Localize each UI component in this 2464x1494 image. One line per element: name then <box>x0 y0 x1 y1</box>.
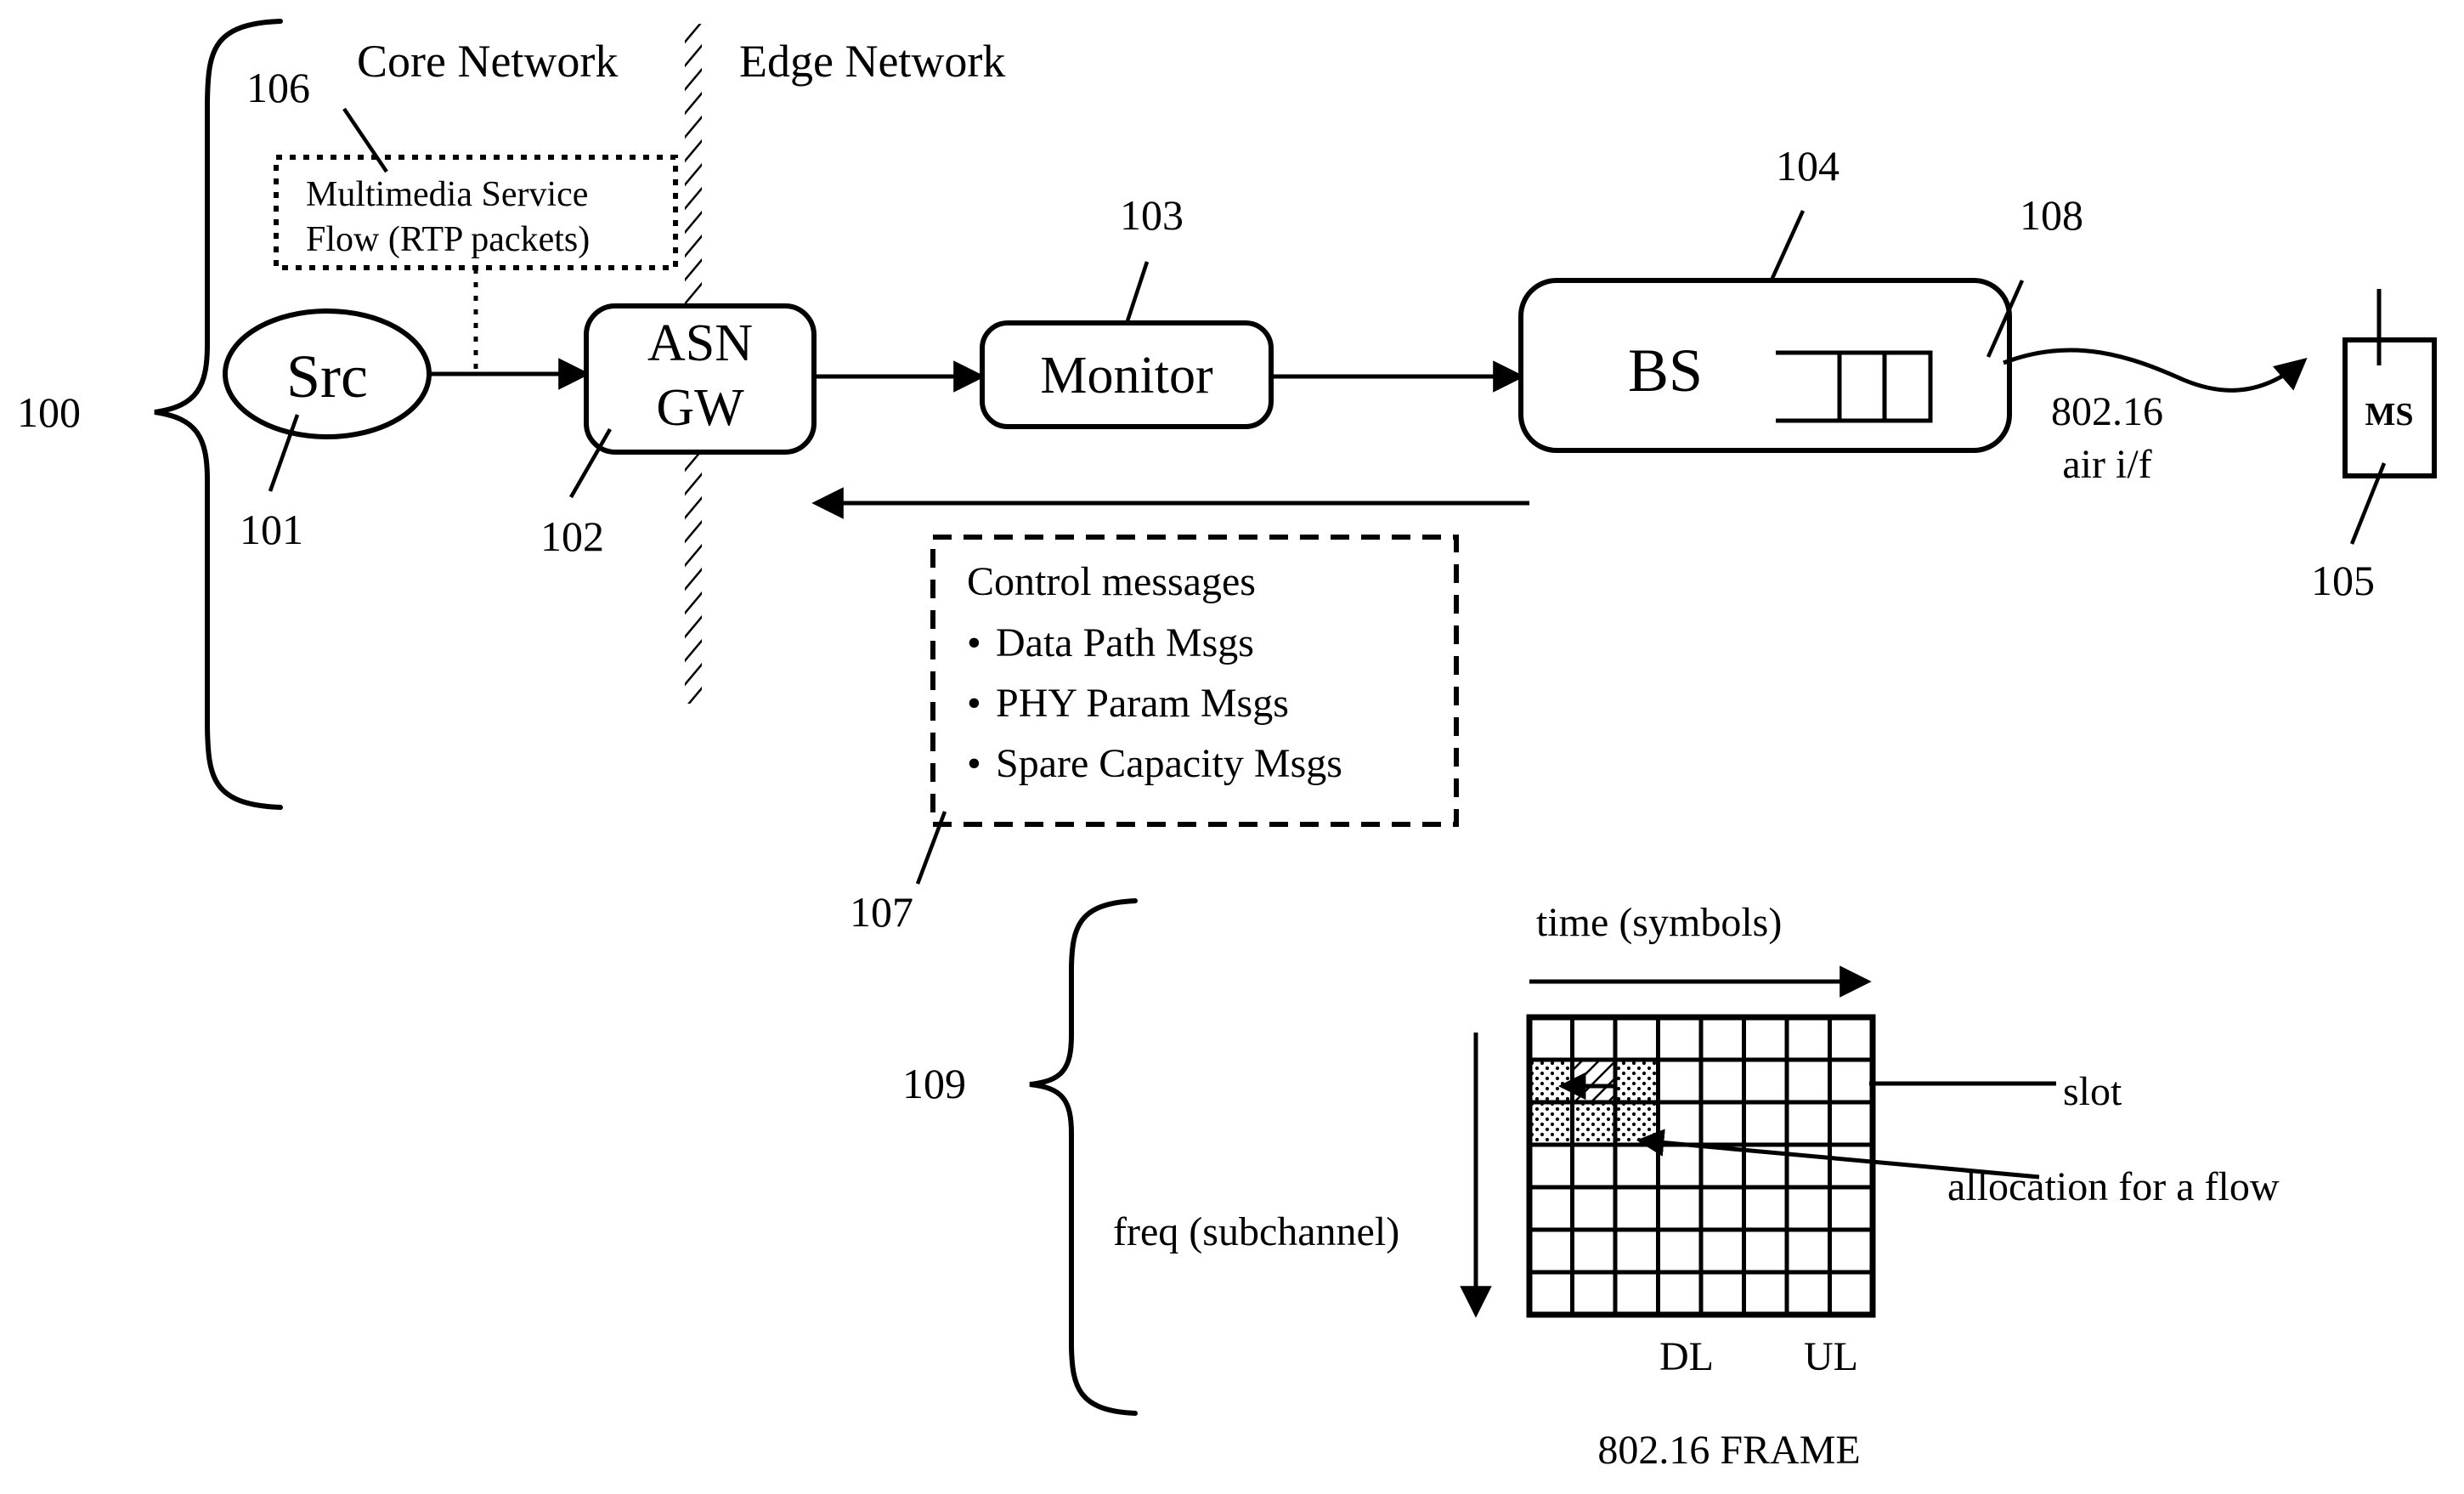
control-bullet-glyph-1: • <box>967 681 981 726</box>
frame-slot-allocated <box>1527 1100 1574 1147</box>
frame-slot <box>1613 1142 1660 1190</box>
frame-slot <box>1656 1100 1704 1147</box>
service-flow-line2: Flow (RTP packets) <box>306 220 590 259</box>
leader-106 <box>342 107 388 173</box>
frame-slot <box>1570 1015 1618 1062</box>
control-messages-title: Control messages <box>967 559 1256 604</box>
frame-slot <box>1784 1057 1832 1105</box>
ref-label-107: 107 <box>850 888 913 936</box>
frame-slot <box>1698 1227 1746 1275</box>
frame-slot <box>1613 1270 1660 1317</box>
air-interface-line2: air i/f <box>2062 442 2151 487</box>
air-interface-line1: 802.16 <box>2051 389 2163 434</box>
frame-slot <box>1656 1057 1704 1105</box>
control-bullet-0: Data Path Msgs <box>996 620 1254 665</box>
frame-slot <box>1828 1057 1875 1105</box>
frame-slot <box>1527 1227 1574 1275</box>
dl-label: DL <box>1659 1334 1714 1379</box>
frame-slot-allocated <box>1570 1100 1618 1147</box>
ref-label-104: 104 <box>1776 142 1840 190</box>
frame-slot <box>1698 1057 1746 1105</box>
frame-slot <box>1613 1015 1660 1062</box>
core-network-label: Core Network <box>357 36 618 87</box>
bs-node[interactable] <box>1518 278 2012 453</box>
frame-slot <box>1784 1185 1832 1232</box>
slot-label: slot <box>2063 1069 2122 1114</box>
frame-slot <box>1828 1015 1875 1062</box>
frame-slot <box>1527 1015 1574 1062</box>
ms-label: MS <box>2365 397 2414 433</box>
ref-label-102: 102 <box>540 512 604 560</box>
frame-slot <box>1828 1185 1875 1232</box>
asn-gw-label-line2: GW <box>656 379 744 437</box>
frame-slot-allocated <box>1527 1057 1574 1105</box>
time-axis-label: time (symbols) <box>1536 900 1782 945</box>
ref-label-105: 105 <box>2311 557 2375 604</box>
frame-slot <box>1828 1142 1875 1190</box>
monitor-label: Monitor <box>1040 347 1213 405</box>
bs-label: BS <box>1628 337 1703 405</box>
frame-slot <box>1570 1185 1618 1232</box>
frame-grid <box>1526 1014 1876 1318</box>
air-interface-arrow <box>2003 348 2308 393</box>
ms-node[interactable] <box>2342 289 2437 478</box>
ref-label-109: 109 <box>902 1060 966 1107</box>
frame-slot <box>1527 1185 1574 1232</box>
frame-slot <box>1784 1100 1832 1147</box>
frame-slot <box>1570 1142 1618 1190</box>
control-bullet-glyph-0: • <box>967 620 981 665</box>
frame-slot <box>1613 1227 1660 1275</box>
service-flow-line1: Multimedia Service <box>306 175 588 214</box>
ref-label-108: 108 <box>2020 191 2083 239</box>
control-bullet-glyph-2: • <box>967 741 981 786</box>
frame-slot <box>1742 1015 1789 1062</box>
frame-slot <box>1828 1100 1875 1147</box>
frame-slot <box>1742 1185 1789 1232</box>
patent-figure: 100 Core Network Edge Network 106 Multim… <box>0 0 2464 1494</box>
leader-107 <box>915 811 947 885</box>
frame-slot <box>1828 1227 1875 1275</box>
figure-canvas: 100 Core Network Edge Network 106 Multim… <box>17 19 2437 1473</box>
frame-slot <box>1742 1057 1789 1105</box>
frame-slot <box>1784 1015 1832 1062</box>
frame-slot <box>1784 1227 1832 1275</box>
frame-slot <box>1570 1227 1618 1275</box>
control-bullet-1: PHY Param Msgs <box>996 681 1289 726</box>
frame-slot <box>1742 1100 1789 1147</box>
ref-label-106: 106 <box>246 64 310 111</box>
ref-label-103: 103 <box>1120 191 1184 239</box>
ref-label-100: 100 <box>17 388 81 436</box>
frame-brace-109 <box>1029 898 1138 1416</box>
frame-slot <box>1570 1270 1618 1317</box>
asn-gw-label-line1: ASN <box>647 314 753 372</box>
frame-slot-allocated <box>1613 1057 1660 1105</box>
ul-label: UL <box>1804 1334 1858 1379</box>
frame-slot <box>1527 1142 1574 1190</box>
frame-slot <box>1784 1270 1832 1317</box>
frame-slot <box>1613 1185 1660 1232</box>
frame-slot-allocated <box>1570 1057 1618 1105</box>
frame-slot <box>1656 1185 1704 1232</box>
frame-slot <box>1656 1270 1704 1317</box>
allocation-label: allocation for a flow <box>1947 1164 2280 1209</box>
edge-network-label: Edge Network <box>739 36 1005 87</box>
frame-slot <box>1698 1100 1746 1147</box>
src-label: Src <box>286 342 368 410</box>
ref-label-101: 101 <box>240 506 303 553</box>
frame-slot <box>1656 1142 1704 1190</box>
frame-caption: 802.16 FRAME <box>1597 1428 1860 1473</box>
frame-slot <box>1698 1185 1746 1232</box>
frame-slot-allocated <box>1613 1100 1660 1147</box>
frame-slot <box>1698 1270 1746 1317</box>
frame-slot <box>1656 1227 1704 1275</box>
control-bullet-2: Spare Capacity Msgs <box>996 741 1342 786</box>
frame-slot <box>1656 1015 1704 1062</box>
frame-slot <box>1698 1015 1746 1062</box>
freq-axis-label: freq (subchannel) <box>1113 1209 1399 1254</box>
frame-slot <box>1784 1142 1832 1190</box>
frame-slot <box>1527 1270 1574 1317</box>
frame-slot <box>1828 1270 1875 1317</box>
frame-slot <box>1742 1227 1789 1275</box>
frame-slot <box>1742 1270 1789 1317</box>
